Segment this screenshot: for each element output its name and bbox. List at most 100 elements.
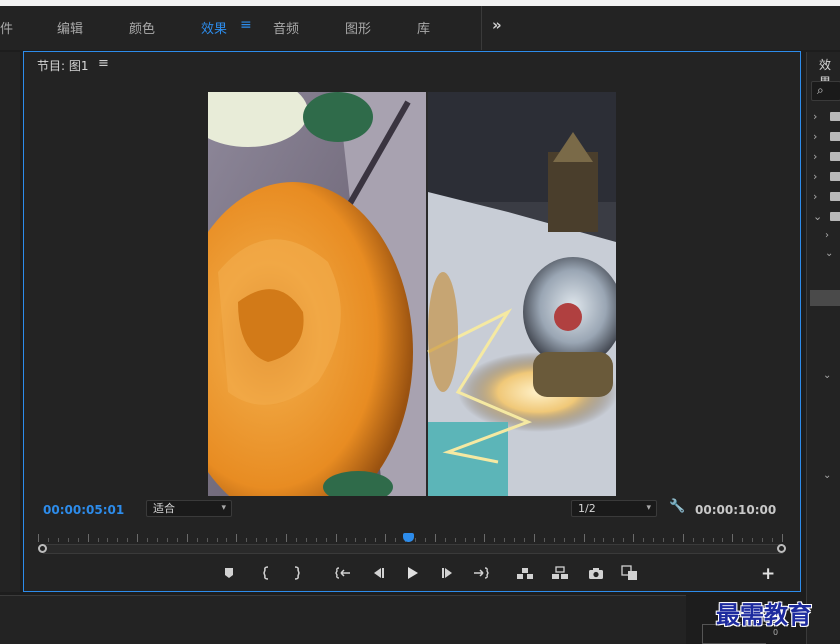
ruler-tick xyxy=(752,538,753,542)
ruler-tick xyxy=(78,538,79,542)
ruler-tick xyxy=(38,534,39,542)
add-marker-button[interactable] xyxy=(218,564,240,582)
effects-folder-row[interactable]: › xyxy=(813,190,840,204)
panel-menu-icon[interactable]: ≡ xyxy=(98,56,109,71)
ruler-tick xyxy=(355,538,356,542)
playback-resolution-select[interactable]: 1/2 ▾ xyxy=(571,500,657,517)
effects-folder-row-expanded[interactable]: ⌄ xyxy=(813,210,840,224)
go-to-out-button[interactable] xyxy=(470,564,492,582)
selected-effect-row[interactable] xyxy=(810,290,840,306)
chevron-right-icon: › xyxy=(813,170,818,183)
workspace-menu-icon[interactable]: ≡ xyxy=(240,17,252,33)
button-editor-plus-icon[interactable]: + xyxy=(761,564,775,584)
zoom-scroll-track[interactable] xyxy=(43,544,783,554)
timeline-panel-edge xyxy=(0,595,686,644)
tab-graphics[interactable]: 图形 xyxy=(345,18,371,37)
marker-icon xyxy=(225,568,233,578)
ruler-tick xyxy=(207,538,208,542)
zoom-select-value: 适合 xyxy=(153,502,175,515)
ruler-tick xyxy=(594,538,595,542)
lift-icon xyxy=(517,568,533,579)
tab-libraries[interactable]: 库 xyxy=(417,18,430,37)
ruler-tick xyxy=(306,538,307,542)
step-back-button[interactable] xyxy=(367,564,389,582)
playhead-marker[interactable] xyxy=(403,533,414,542)
go-to-out-icon xyxy=(474,567,489,579)
current-timecode[interactable]: 00:00:05:01 xyxy=(43,503,124,517)
comparison-view-icon xyxy=(621,565,637,580)
ruler-tick xyxy=(127,538,128,542)
ruler-tick xyxy=(375,538,376,542)
lift-button[interactable] xyxy=(514,564,536,582)
tab-assembly[interactable]: 件 xyxy=(0,18,13,37)
effects-search-input[interactable]: ⌕ xyxy=(811,81,840,101)
export-frame-button[interactable] xyxy=(585,564,607,582)
tab-editing[interactable]: 编辑 xyxy=(57,18,83,37)
export-frame-icon xyxy=(589,567,603,579)
play-icon xyxy=(408,567,418,579)
ruler-tick xyxy=(564,538,565,542)
ruler-tick xyxy=(693,538,694,542)
workspace-divider xyxy=(481,6,482,50)
ruler-tick xyxy=(663,538,664,542)
more-workspaces-icon[interactable]: » xyxy=(492,16,502,34)
ruler-tick xyxy=(425,538,426,542)
zoom-start-handle[interactable] xyxy=(38,544,47,553)
chevron-right-icon: › xyxy=(813,190,818,203)
ruler-tick xyxy=(68,538,69,542)
tab-color[interactable]: 颜色 xyxy=(129,18,155,37)
go-to-in-button[interactable] xyxy=(332,564,354,582)
effects-folder-row[interactable]: › xyxy=(813,170,840,184)
chevron-right-icon[interactable]: › xyxy=(825,230,829,241)
ruler-tick xyxy=(415,538,416,542)
ruler-tick xyxy=(395,538,396,542)
ruler-tick xyxy=(316,538,317,542)
ruler-tick xyxy=(445,538,446,542)
tab-effects[interactable]: 效果 xyxy=(201,18,227,37)
extract-button[interactable] xyxy=(549,564,571,582)
workspace-bar: 件 编辑 颜色 效果 ≡ 音频 图形 库 » xyxy=(0,0,840,50)
effects-folder-row[interactable]: › xyxy=(813,110,840,124)
zoom-end-handle[interactable] xyxy=(777,544,786,553)
ruler-tick xyxy=(722,538,723,542)
ruler-tick xyxy=(524,538,525,542)
chevron-down-icon[interactable]: ⌄ xyxy=(825,248,833,259)
mark-out-button[interactable] xyxy=(286,564,308,582)
folder-icon xyxy=(830,192,840,201)
chevron-right-icon: › xyxy=(813,110,818,123)
step-forward-button[interactable] xyxy=(437,564,459,582)
chevron-down-icon: ▾ xyxy=(646,503,651,513)
zoom-select[interactable]: 适合 ▾ xyxy=(146,500,232,517)
effects-folder-row[interactable]: › xyxy=(813,130,840,144)
ruler-tick xyxy=(177,538,178,542)
ruler-tick xyxy=(465,538,466,542)
settings-wrench-icon[interactable]: 🔧 xyxy=(669,499,685,514)
ruler-tick xyxy=(544,538,545,542)
ruler-tick xyxy=(236,534,237,542)
ruler-tick xyxy=(365,538,366,542)
ruler-tick xyxy=(455,538,456,542)
play-button[interactable] xyxy=(401,564,423,582)
effects-folder-row[interactable]: › xyxy=(813,150,840,164)
mark-in-button[interactable] xyxy=(255,564,277,582)
ruler-tick xyxy=(782,534,783,542)
comparison-view-button[interactable] xyxy=(619,564,641,582)
ruler-tick xyxy=(762,538,763,542)
panel-title[interactable]: 节目: 图1 xyxy=(37,57,89,74)
chevron-down-icon[interactable]: ⌄ xyxy=(823,370,831,381)
folder-icon xyxy=(830,152,840,161)
ruler-tick xyxy=(88,534,89,542)
ruler-tick xyxy=(703,538,704,542)
search-icon: ⌕ xyxy=(817,83,824,97)
video-preview[interactable] xyxy=(208,92,616,496)
chevron-right-icon: › xyxy=(813,150,818,163)
ruler-tick xyxy=(58,538,59,542)
chevron-down-icon[interactable]: ⌄ xyxy=(823,470,831,481)
step-forward-icon xyxy=(442,568,452,578)
duration-timecode: 00:00:10:00 xyxy=(695,503,777,517)
extract-icon xyxy=(552,566,568,579)
ruler-tick xyxy=(603,538,604,542)
ruler-tick xyxy=(266,538,267,542)
tab-audio[interactable]: 音频 xyxy=(273,18,299,37)
ruler-tick xyxy=(296,538,297,542)
